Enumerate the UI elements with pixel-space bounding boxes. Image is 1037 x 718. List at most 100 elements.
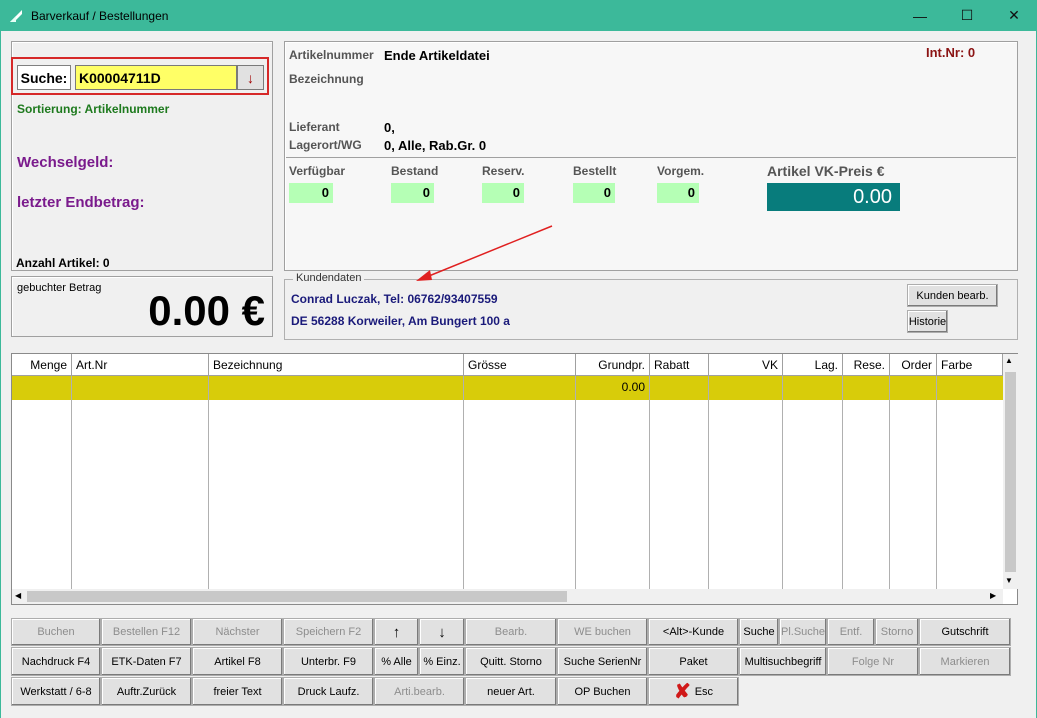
col-divider	[936, 376, 937, 589]
artnr-label: Artikelnummer	[289, 48, 374, 62]
scroll-up-icon[interactable]: ▲	[1005, 356, 1013, 365]
percent-all-button[interactable]: % Alle	[374, 647, 419, 676]
freier-text-button[interactable]: freier Text	[192, 677, 283, 706]
quitt-storno-button[interactable]: Quitt. Storno	[465, 647, 557, 676]
storno-button[interactable]: Storno	[875, 618, 919, 646]
bearb-button[interactable]: Bearb.	[465, 618, 557, 646]
maximize-button[interactable]: ☐	[944, 0, 990, 31]
history-button[interactable]: Historie	[907, 310, 948, 333]
bezeichnung-label: Bezeichnung	[289, 72, 364, 86]
stock-value-reserv: 0	[482, 183, 524, 203]
naechster-button[interactable]: Nächster	[192, 618, 283, 646]
stock-label-vorgem: Vorgem.	[657, 164, 705, 178]
percent-single-button[interactable]: % Einz.	[419, 647, 465, 676]
col-groesse[interactable]: Grösse	[464, 354, 576, 376]
col-rese[interactable]: Rese.	[843, 354, 890, 376]
scroll-right-icon[interactable]: ▶	[990, 591, 996, 600]
speichern-button[interactable]: Speichern F2	[283, 618, 374, 646]
minimize-button[interactable]: —	[897, 0, 943, 31]
stock-label-verfuegbar: Verfügbar	[289, 164, 346, 178]
artikel-button[interactable]: Artikel F8	[192, 647, 283, 676]
move-down-button[interactable]: ↓	[419, 618, 465, 646]
stock-label-bestellt: Bestellt	[573, 164, 617, 178]
lagerort-label: Lagerort/WG	[289, 138, 362, 152]
col-rabatt[interactable]: Rabatt	[650, 354, 709, 376]
auftr-zurueck-button[interactable]: Auftr.Zurück	[101, 677, 192, 706]
stock-value-verfuegbar: 0	[289, 183, 333, 203]
unterbr-button[interactable]: Unterbr. F9	[283, 647, 374, 676]
edit-customer-button[interactable]: Kunden bearb.	[907, 284, 998, 307]
col-lag[interactable]: Lag.	[783, 354, 843, 376]
folge-nr-button[interactable]: Folge Nr	[827, 647, 919, 676]
scroll-thumb-h[interactable]	[27, 591, 567, 602]
endbetrag-label: letzter Endbetrag:	[17, 194, 145, 211]
vertical-scrollbar[interactable]: ▲ ▼	[1003, 354, 1018, 589]
esc-button[interactable]: ✘ Esc	[648, 677, 739, 706]
stock-value-bestand: 0	[391, 183, 434, 203]
col-divider	[71, 376, 72, 589]
buchen-button[interactable]: Buchen	[11, 618, 101, 646]
col-divider	[649, 376, 650, 589]
neuer-art-button[interactable]: neuer Art.	[465, 677, 557, 706]
col-divider	[889, 376, 890, 589]
lieferant-value: 0,	[384, 120, 395, 135]
lagerort-value: 0, Alle, Rab.Gr. 0	[384, 138, 487, 153]
scroll-left-icon[interactable]: ◀	[15, 591, 21, 600]
scroll-thumb[interactable]	[1005, 372, 1016, 572]
search-dropdown-button[interactable]: ↓	[237, 65, 264, 90]
window-title: Barverkauf / Bestellungen	[31, 9, 169, 23]
col-divider	[208, 376, 209, 589]
lieferant-label: Lieferant	[289, 120, 340, 134]
int-nr: Int.Nr: 0	[926, 45, 976, 60]
stock-label-bestand: Bestand	[391, 164, 439, 178]
suche-button[interactable]: Suche	[739, 618, 779, 646]
search-label: Suche:	[17, 65, 71, 90]
red-x-icon: ✘	[673, 681, 691, 703]
amount-label: gebuchter Betrag	[17, 282, 102, 294]
col-farbe[interactable]: Farbe	[937, 354, 1003, 376]
stock-label-reserv: Reserv.	[482, 164, 525, 178]
scroll-down-icon[interactable]: ▼	[1005, 576, 1013, 585]
op-buchen-button[interactable]: OP Buchen	[557, 677, 648, 706]
col-divider	[575, 376, 576, 589]
article-count: Anzahl Artikel: 0	[16, 256, 110, 270]
price-label: Artikel VK-Preis €	[767, 163, 885, 179]
etk-daten-button[interactable]: ETK-Daten F7	[101, 647, 192, 676]
wechselgeld-label: Wechselgeld:	[17, 154, 114, 171]
items-grid[interactable]: Menge Art.Nr Bezeichnung Grösse Grundpr.…	[11, 353, 1018, 605]
col-bezeichnung[interactable]: Bezeichnung	[209, 354, 464, 376]
paket-button[interactable]: Paket	[648, 647, 739, 676]
entf-button[interactable]: Entf.	[827, 618, 875, 646]
search-input[interactable]	[75, 65, 237, 90]
move-up-button[interactable]: ↑	[374, 618, 419, 646]
werkstatt-button[interactable]: Werkstatt / 6-8	[11, 677, 101, 706]
pl-suche-button[interactable]: Pl.Suche	[779, 618, 827, 646]
price-value: 0.00	[767, 183, 900, 211]
gutschrift-button[interactable]: Gutschrift	[919, 618, 1011, 646]
multisuchbegriff-button[interactable]: Multisuchbegriff	[739, 647, 827, 676]
markieren-button[interactable]: Markieren	[919, 647, 1011, 676]
we-buchen-button[interactable]: WE buchen	[557, 618, 648, 646]
customer-line-1: Conrad Luczak, Tel: 06762/93407559	[291, 292, 498, 306]
customer-legend: Kundendaten	[293, 272, 365, 284]
horizontal-scrollbar[interactable]: ◀ ▶	[12, 589, 1003, 604]
customer-line-2: DE 56288 Korweiler, Am Bungert 100 a	[291, 314, 510, 328]
col-order[interactable]: Order	[890, 354, 937, 376]
col-divider	[463, 376, 464, 589]
table-row[interactable]	[12, 376, 1003, 400]
close-button[interactable]: ✕	[991, 0, 1037, 31]
col-grundpr[interactable]: Grundpr.	[576, 354, 650, 376]
red-arrow-icon	[416, 225, 553, 281]
suche-seriennr-button[interactable]: Suche SerienNr	[557, 647, 648, 676]
col-artnr[interactable]: Art.Nr	[72, 354, 209, 376]
alt-kunde-button[interactable]: <Alt>-Kunde	[648, 618, 739, 646]
col-menge[interactable]: Menge	[12, 354, 72, 376]
arti-bearb-button[interactable]: Arti.bearb.	[374, 677, 465, 706]
druck-laufz-button[interactable]: Druck Laufz.	[283, 677, 374, 706]
bestellen-button[interactable]: Bestellen F12	[101, 618, 192, 646]
article-panel	[284, 41, 1018, 271]
col-divider	[708, 376, 709, 589]
artnr-value: Ende Artikeldatei	[384, 48, 490, 63]
nachdruck-button[interactable]: Nachdruck F4	[11, 647, 101, 676]
col-vk[interactable]: VK	[709, 354, 783, 376]
